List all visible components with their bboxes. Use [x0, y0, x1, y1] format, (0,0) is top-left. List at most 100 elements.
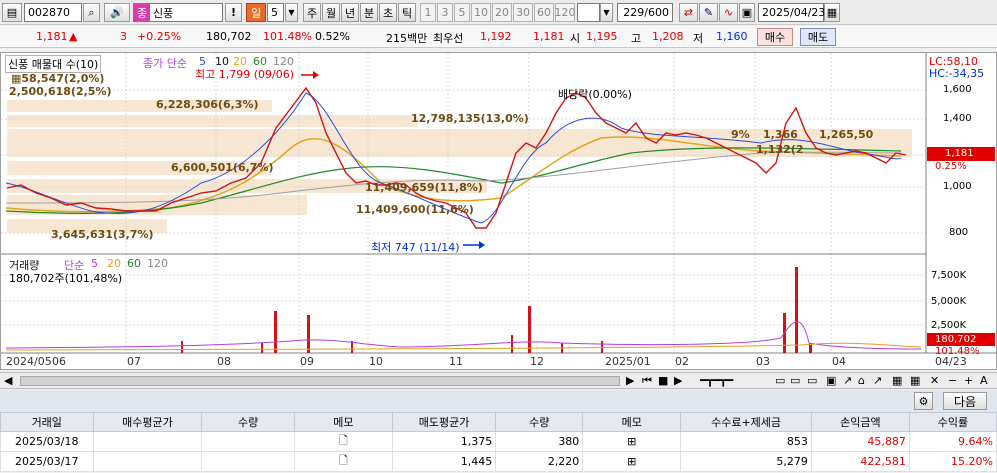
tool-icon[interactable]: ▣	[826, 374, 836, 387]
y-tick: 800	[949, 227, 969, 238]
minute-preset-button[interactable]: 3	[437, 3, 453, 22]
cell-sell-avg: 1,445	[391, 451, 497, 472]
table-row[interactable]: 2025/03/17 🗋 1,445 2,220 ⊞ 5,279 422,581…	[0, 451, 997, 472]
x-tick: 02	[675, 355, 689, 368]
period-second-button[interactable]: 초	[379, 3, 397, 22]
stock-type-badge: 종	[134, 4, 150, 21]
y-tick: 1,000	[943, 181, 972, 192]
first-icon[interactable]: ⏮	[642, 374, 652, 388]
profile-label: 6,600,501(6,7%)	[171, 161, 274, 174]
col-buy-avg: 매수평균가	[92, 412, 203, 432]
tool-icon[interactable]: ▦	[910, 374, 920, 387]
minute-preset-button[interactable]: 10	[471, 3, 491, 22]
cell-fee: 5,279	[680, 451, 812, 472]
scroll-left-icon[interactable]: ◀	[4, 374, 12, 387]
current-price-tag: 1,181	[945, 148, 974, 159]
save-icon[interactable]: ▣	[739, 3, 755, 22]
profile-label: 1,132(2	[756, 143, 804, 156]
period-count-input[interactable]: 5	[267, 3, 284, 22]
search-icon[interactable]: ⌕	[83, 3, 100, 22]
open-label: 시	[570, 32, 581, 45]
scroll-right-icon[interactable]: ▶	[626, 374, 634, 387]
tool-icon[interactable]: ⌂	[858, 374, 865, 387]
chart-panel[interactable]: 신풍 매물대 수(10) 종가 단순 5 10 20 60 120 LC:58,…	[0, 52, 997, 370]
cell-date: 2025/03/18	[0, 431, 94, 452]
alert-button[interactable]: !	[225, 3, 242, 22]
chart-scrollbar[interactable]	[20, 376, 620, 386]
buy-button[interactable]: 매수	[757, 28, 793, 46]
settings-gear-icon[interactable]: ⚙	[914, 392, 933, 410]
play-icon[interactable]: ▶	[674, 374, 682, 387]
table-row[interactable]: 2025/03/18 🗋 1,375 380 ⊞ 853 45,887 9.64…	[0, 431, 997, 452]
memo-add-icon[interactable]: ⊞	[582, 431, 682, 452]
sell-button[interactable]: 매도	[800, 28, 836, 46]
minute-preset-button[interactable]: 5	[454, 3, 470, 22]
chevron-down-icon[interactable]: ▼	[285, 3, 298, 22]
menu-icon[interactable]: ▤	[2, 3, 22, 22]
cell-return: 9.64%	[908, 431, 997, 452]
calendar-icon[interactable]: ▦	[824, 3, 840, 22]
col-trade-date: 거래일	[0, 412, 94, 432]
zoom-slider-icon[interactable]: ━┳━┳━	[700, 374, 733, 387]
memo-add-icon[interactable]: ⊞	[582, 451, 682, 472]
tool-icon[interactable]: ▦	[892, 374, 902, 387]
cell-buy-avg	[92, 451, 203, 472]
col-buy-qty: 수량	[201, 412, 295, 432]
period-day-button[interactable]: 일	[246, 3, 266, 22]
chart-tab[interactable]: 신풍 매물대 수(10)	[5, 55, 102, 73]
zoom-out-icon[interactable]: −	[948, 374, 957, 387]
zoom-in-icon[interactable]: +	[964, 374, 973, 387]
volume-ma-60: 60	[127, 257, 141, 270]
memo-icon[interactable]: 🗋	[293, 451, 393, 472]
cell-buy-qty	[201, 451, 295, 472]
ask-price: 1,192	[480, 30, 512, 43]
stock-code-input[interactable]: 002870	[24, 3, 82, 22]
stop-icon[interactable]: ■	[658, 374, 668, 387]
volume-ratio: 101.48%	[263, 30, 312, 43]
cell-pnl: 45,887	[810, 431, 910, 452]
next-button[interactable]: 다음	[943, 392, 987, 410]
tool-icon[interactable]: ▭	[807, 374, 817, 387]
profile-label: 6,228,306(6,3%)	[156, 98, 259, 111]
font-size-icon[interactable]: A	[980, 374, 988, 387]
x-tick: 07	[127, 355, 141, 368]
minute-preset-button[interactable]: 120	[555, 3, 576, 22]
period-minute-button[interactable]: 분	[360, 3, 378, 22]
x-tick: 12	[530, 355, 544, 368]
tool-icon[interactable]: ↗	[843, 374, 852, 387]
stock-name: 신풍	[153, 6, 174, 20]
memo-icon[interactable]: 🗋	[293, 431, 393, 452]
bar-count-input[interactable]: 229/600	[617, 3, 673, 22]
profile-label: 1,366	[763, 128, 798, 141]
tools-icon[interactable]: ✎	[699, 3, 718, 22]
chevron-down-icon[interactable]: ▼	[600, 3, 613, 22]
speaker-icon[interactable]: 🔊	[104, 3, 130, 22]
bar-total: /600	[644, 6, 669, 19]
period-week-button[interactable]: 주	[303, 3, 321, 22]
tool-icon[interactable]: ▭	[775, 374, 785, 387]
period-month-button[interactable]: 월	[322, 3, 340, 22]
zoom-out-icon[interactable]: ✕	[930, 374, 939, 387]
period-tick-button[interactable]: 틱	[398, 3, 416, 22]
col-pnl: 손익금액	[810, 412, 910, 432]
minute-preset-button[interactable]: 60	[534, 3, 554, 22]
stock-name-field[interactable]: 종 신풍	[133, 3, 223, 22]
open-price: 1,195	[586, 30, 618, 43]
volume-ma-120: 120	[147, 257, 168, 270]
line-chart-icon[interactable]: ∿	[719, 3, 738, 22]
up-arrow-icon: ▲	[69, 30, 78, 43]
tool-icon[interactable]: ▭	[790, 374, 800, 387]
minute-preset-button[interactable]: 1	[420, 3, 436, 22]
trade-history-table: 거래일 매수평균가 수량 메모 매도평균가 수량 메모 수수료+제세금 손익금액…	[0, 412, 997, 472]
col-fee-tax: 수수료+제세금	[680, 412, 812, 432]
profile-grid-icon: ▦	[11, 72, 22, 85]
custom-minute-input[interactable]	[577, 3, 600, 22]
minute-preset-button[interactable]: 20	[492, 3, 512, 22]
chart-icon[interactable]: ⇄	[679, 3, 698, 22]
date-input[interactable]: 2025/04/23	[758, 3, 825, 22]
x-tick: 10	[369, 355, 383, 368]
profile-label: 11,409,600(11,6%)	[356, 203, 474, 216]
period-year-button[interactable]: 년	[341, 3, 359, 22]
minute-preset-button[interactable]: 30	[513, 3, 533, 22]
tool-icon[interactable]: ↗	[873, 374, 882, 387]
